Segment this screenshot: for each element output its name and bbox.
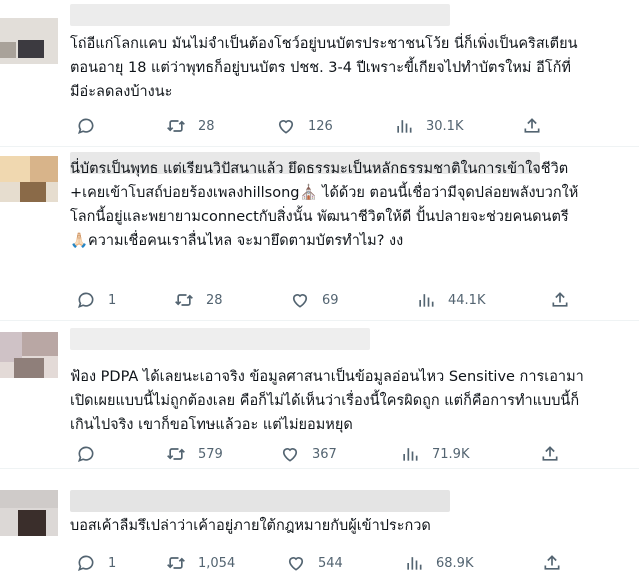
upload-arrow-icon [552,292,568,307]
upload-arrow-icon [524,118,540,133]
reply-button[interactable]: 1 [76,288,116,312]
tweet[interactable]: โถ่อีแก่โลกแคบ มันไม่จำเป็นต้องโชว์อยู่บ… [0,0,639,147]
retweet-arrows-icon [175,294,193,306]
retweet-button[interactable]: 579 [166,442,223,466]
avatar[interactable] [0,18,58,64]
reply-button[interactable] [76,114,108,138]
retweet-button[interactable]: 28 [174,288,223,312]
share-button[interactable] [540,442,560,466]
tweet-text: บอสเค้าลืมรึเปล่าว่าเค้าอยู่ภายใต้กฎหมาย… [70,518,431,534]
like-button[interactable]: 544 [286,551,343,575]
heart-icon [292,294,308,308]
share-button[interactable] [542,551,562,575]
speech-bubble-icon [78,446,94,463]
avatar[interactable] [0,490,58,536]
retweet-arrows-icon [167,557,185,569]
retweet-button[interactable]: 28 [166,114,215,138]
speech-bubble-icon [78,555,94,572]
heart-icon [282,448,298,462]
views-button[interactable]: 68.9K [404,551,473,575]
share-button[interactable] [522,114,542,138]
views-button[interactable]: 71.9K [400,442,469,466]
heart-icon [288,557,304,571]
tweet[interactable]: ฟ้อง PDPA ได้เลยนะเอาจริง ข้อมูลศาสนาเป็… [0,320,639,469]
bar-chart-icon [397,120,412,133]
like-button[interactable]: 367 [280,442,337,466]
tweet[interactable]: นี่บัตรเป็นพุทธ แต่เรียนวิปัสนาแล้ว ยึดธ… [0,146,639,321]
retweet-arrows-icon [167,448,185,460]
like-button[interactable]: 69 [290,288,339,312]
bar-chart-icon [419,294,434,307]
speech-bubble-icon [78,118,94,135]
reply-button[interactable]: 1 [76,551,116,575]
retweet-button[interactable]: 1,054 [166,551,235,575]
blurred-username [70,328,370,350]
like-button[interactable]: 126 [276,114,333,138]
share-button[interactable] [550,288,570,312]
retweet-arrows-icon [167,120,185,132]
bar-chart-icon [403,448,418,461]
tweet-text: ฟ้อง PDPA ได้เลยนะเอาจริง ข้อมูลศาสนาเป็… [70,369,584,433]
speech-bubble-icon [78,292,94,309]
views-button[interactable]: 44.1K [416,288,485,312]
heart-icon [278,120,294,134]
bar-chart-icon [407,557,422,570]
upload-arrow-icon [544,555,560,570]
tweet-text: โถ่อีแก่โลกแคบ มันไม่จำเป็นต้องโชว์อยู่บ… [70,36,578,100]
avatar[interactable] [0,332,58,378]
upload-arrow-icon [542,446,558,461]
blurred-username [70,4,450,26]
tweet[interactable]: บอสเค้าลืมรึเปล่าว่าเค้าอยู่ภายใต้กฎหมาย… [0,468,639,587]
views-button[interactable]: 30.1K [394,114,463,138]
blurred-username [70,490,450,512]
tweet-text: นี่บัตรเป็นพุทธ แต่เรียนวิปัสนาแล้ว ยึดธ… [70,161,579,249]
avatar[interactable] [0,156,58,202]
reply-button[interactable] [76,442,108,466]
